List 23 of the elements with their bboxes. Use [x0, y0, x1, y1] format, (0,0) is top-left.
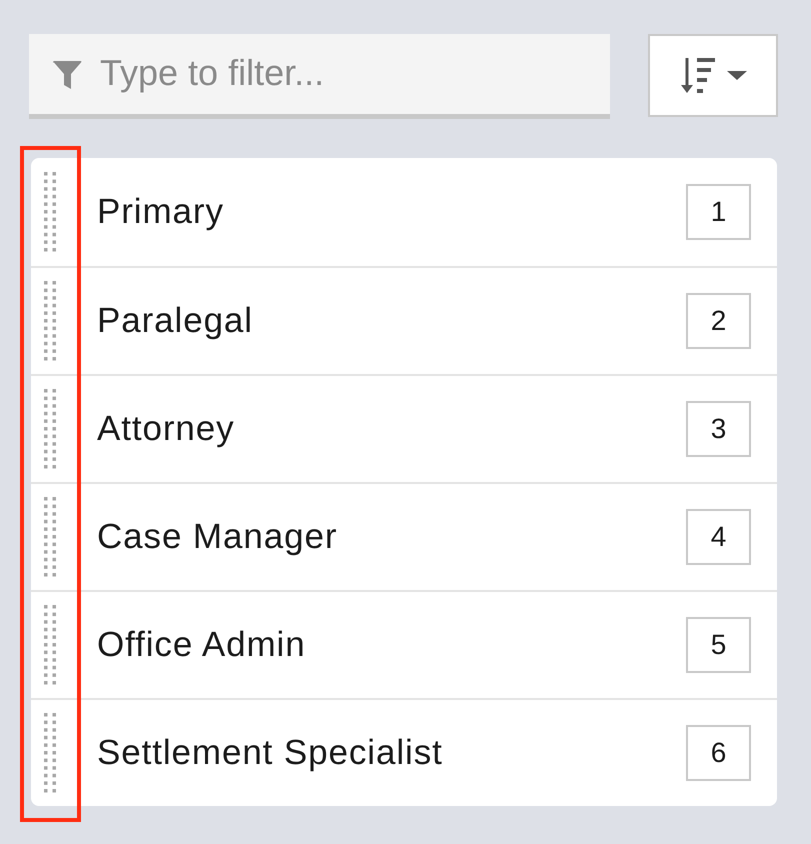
grip-icon[interactable]: [44, 713, 56, 793]
grip-icon[interactable]: [44, 281, 56, 361]
item-label: Case Manager: [97, 517, 338, 557]
grip-icon[interactable]: [44, 389, 56, 469]
order-field[interactable]: 2: [686, 293, 751, 349]
caret-icon: [726, 71, 746, 80]
item-label: Office Admin: [97, 625, 306, 665]
filter-field[interactable]: Type to filter...: [29, 34, 610, 119]
item-label: Primary: [97, 192, 224, 232]
sort-button[interactable]: [648, 34, 778, 117]
item-label: Paralegal: [97, 301, 253, 341]
grip-icon[interactable]: [44, 605, 56, 685]
filter-icon: [53, 61, 82, 89]
grip-icon[interactable]: [44, 497, 56, 577]
item-label: Settlement Specialist: [97, 733, 443, 773]
order-field[interactable]: 6: [686, 725, 751, 781]
order-field[interactable]: 5: [686, 617, 751, 673]
sort-icon: [680, 58, 714, 94]
item-label: Attorney: [97, 409, 235, 449]
order-field[interactable]: 4: [686, 509, 751, 565]
order-field[interactable]: 3: [686, 401, 751, 457]
grip-icon[interactable]: [44, 172, 56, 252]
order-field[interactable]: 1: [686, 184, 751, 240]
